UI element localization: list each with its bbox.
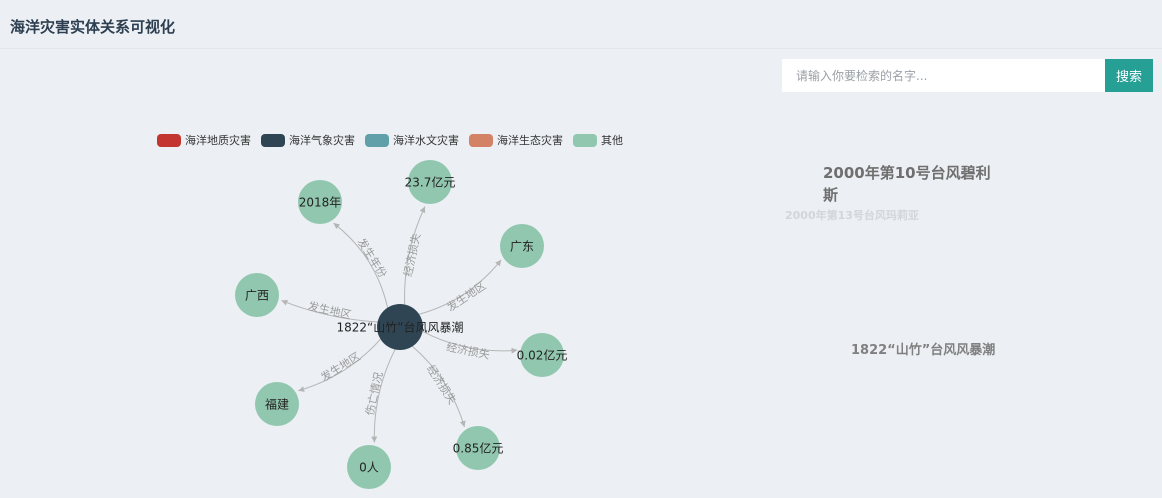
edge-label: 发生地区 bbox=[318, 349, 363, 384]
edge-label: 经济损失 bbox=[445, 339, 491, 361]
node-label: 福建 bbox=[265, 397, 289, 412]
graph-node[interactable]: 0人 bbox=[347, 445, 391, 489]
node-label: 23.7亿元 bbox=[405, 175, 456, 190]
node-label: 广东 bbox=[510, 240, 534, 254]
graph-node[interactable]: 广西 bbox=[235, 273, 279, 317]
node-label: 0.85亿元 bbox=[453, 441, 504, 456]
node-label: 广西 bbox=[245, 289, 269, 303]
node-label: 0.02亿元 bbox=[517, 348, 568, 363]
graph-node[interactable]: 23.7亿元 bbox=[405, 160, 456, 204]
node-label: 0人 bbox=[359, 461, 379, 475]
relation-graph: 发生年份 经济损失发生地区发生地区经济损失发生地区伤亡情况 经济损失 2018年23… bbox=[235, 160, 568, 489]
side-title-top[interactable]: 2000年第10号台风碧利斯 bbox=[823, 162, 1003, 206]
side-title-bottom[interactable]: 1822“山竹”台风风暴潮 bbox=[851, 341, 1011, 361]
graph-node[interactable]: 2018年 bbox=[298, 180, 342, 224]
edge-label: 发生地区 bbox=[307, 299, 353, 322]
edge-label: 伤亡情况 bbox=[362, 371, 385, 417]
center-node-label: 1822“山竹”台风风暴潮 bbox=[337, 320, 464, 335]
graph-node[interactable]: 0.85亿元 bbox=[453, 426, 504, 470]
graph-node[interactable]: 0.02亿元 bbox=[517, 333, 568, 377]
graph-center-node[interactable]: 1822“山竹”台风风暴潮 bbox=[337, 304, 464, 350]
edge-label: 发生地区 bbox=[444, 278, 488, 314]
side-faded-title: 2000年第13号台风玛莉亚 bbox=[785, 209, 919, 222]
edge-label: 发生年份 bbox=[355, 235, 391, 280]
node-label: 2018年 bbox=[299, 196, 342, 210]
graph-node[interactable]: 广东 bbox=[500, 224, 544, 268]
edge-label: 经济损失 bbox=[424, 362, 460, 407]
graph-node[interactable]: 福建 bbox=[255, 382, 299, 426]
edge-label: 经济损失 bbox=[401, 232, 424, 278]
